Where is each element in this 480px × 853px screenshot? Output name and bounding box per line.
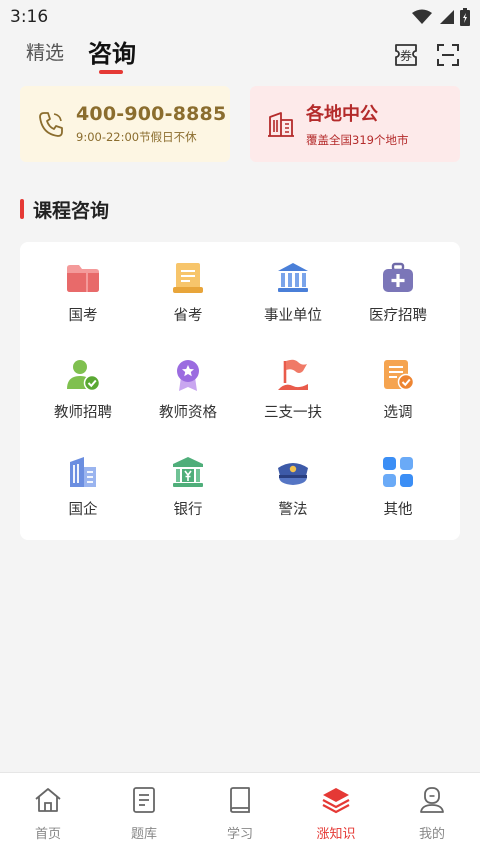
battery-icon	[460, 8, 470, 26]
question-bank-icon	[133, 787, 155, 813]
svg-text:券: 券	[400, 48, 412, 63]
nav-label: 学习	[226, 827, 253, 842]
profile-icon	[420, 787, 444, 813]
status-bar: 3:16	[0, 0, 480, 34]
bank-icon	[173, 457, 203, 487]
section-title-course-consult: 课程咨询	[20, 197, 110, 222]
document-icon	[173, 263, 203, 293]
coupon-button[interactable]: 券	[392, 41, 420, 69]
book-icon	[230, 787, 250, 813]
grid-item-yinhang[interactable]: 银行	[133, 436, 243, 526]
home-icon	[35, 788, 61, 812]
nav-item-question-bank[interactable]: 题库	[96, 773, 192, 853]
grid-label: 选调	[383, 405, 413, 421]
grid-label: 国企	[68, 502, 98, 518]
nav-label: 我的	[418, 827, 445, 842]
buildings-icon	[268, 112, 294, 137]
grid-item-guoqi[interactable]: 国企	[28, 436, 138, 526]
nav-item-home[interactable]: 首页	[0, 773, 96, 853]
flag-icon	[278, 359, 308, 390]
grid-item-shengkao[interactable]: 省考	[133, 242, 243, 332]
hotline-number: 400-900-8885	[76, 103, 227, 125]
phone-icon	[39, 112, 63, 137]
grid-label: 银行	[173, 502, 203, 518]
tab-zixun[interactable]: 咨询	[88, 34, 136, 69]
grid-label: 警法	[278, 502, 308, 518]
medical-kit-icon	[383, 262, 413, 292]
folder-icon	[67, 265, 99, 292]
teacher-check-icon	[67, 360, 101, 392]
grid-label: 教师资格	[159, 405, 217, 421]
grid-item-jiaoshi-zhaopin[interactable]: 教师招聘	[28, 339, 138, 429]
grid-item-jingfa[interactable]: 警法	[238, 436, 348, 526]
grid-item-jiaoshi-zige[interactable]: 教师资格	[133, 339, 243, 429]
grid-item-xuandiao[interactable]: 选调	[343, 339, 453, 429]
nav-label: 题库	[130, 827, 157, 842]
nav-label: 涨知识	[316, 827, 356, 842]
grid-item-qita[interactable]: 其他	[343, 436, 453, 526]
grid-label: 医疗招聘	[369, 308, 427, 324]
institution-icon	[278, 263, 308, 292]
checklist-icon	[384, 360, 415, 391]
grid-label: 事业单位	[264, 308, 322, 324]
signal-icon	[440, 10, 454, 24]
nav-item-mine[interactable]: 我的	[384, 773, 480, 853]
police-cap-icon	[278, 463, 308, 485]
grid-item-sanzhi-yifu[interactable]: 三支一扶	[238, 339, 348, 429]
active-tab-indicator	[99, 70, 123, 74]
nav-label: 首页	[34, 827, 61, 842]
layers-icon	[322, 788, 350, 814]
section-title-bar	[20, 199, 24, 219]
hotline-card[interactable]: 400-900-8885 9:00-22:00节假日不休	[20, 86, 230, 162]
grid-label: 三支一扶	[264, 405, 322, 421]
nav-item-study[interactable]: 学习	[192, 773, 288, 853]
medal-icon	[177, 360, 199, 391]
branch-centers-text: 各地中公 覆盖全国319个地市	[306, 100, 408, 148]
wifi-icon	[412, 9, 432, 24]
bottom-nav: 首页 题库 学习 涨知识 我的	[0, 772, 480, 853]
course-category-grid: 国考 省考 事业单位 医疗招聘 教师招聘 教师资格 三支一扶 选调 国企 银行 …	[20, 242, 460, 540]
tab-jingxuan[interactable]: 精选	[26, 38, 64, 65]
header: 精选 咨询 券	[0, 34, 480, 82]
grid-label: 国考	[68, 308, 98, 324]
grid-label: 其他	[383, 502, 413, 518]
status-time: 3:16	[10, 7, 49, 27]
grid-item-shiye-danwei[interactable]: 事业单位	[238, 242, 348, 332]
scan-icon	[437, 44, 459, 66]
grid-label: 省考	[173, 308, 203, 324]
branch-centers-card[interactable]: 各地中公 覆盖全国319个地市	[250, 86, 460, 162]
grid-item-yiliao-zhaopin[interactable]: 医疗招聘	[343, 242, 453, 332]
hotline-hours: 9:00-22:00节假日不休	[76, 130, 197, 144]
office-building-icon	[70, 457, 96, 487]
grid-label: 教师招聘	[54, 405, 112, 421]
branch-centers-title: 各地中公	[306, 104, 378, 125]
grid-item-guokao[interactable]: 国考	[28, 242, 138, 332]
coupon-icon: 券	[395, 44, 417, 66]
section-title-text: 课程咨询	[33, 199, 110, 222]
branch-centers-subtitle: 覆盖全国319个地市	[306, 133, 409, 147]
hotline-text: 400-900-8885 9:00-22:00节假日不休	[76, 103, 226, 145]
grid-apps-icon	[383, 457, 413, 487]
nav-item-knowledge[interactable]: 涨知识	[288, 773, 384, 853]
status-icons	[412, 8, 470, 26]
scan-button[interactable]	[434, 41, 462, 69]
